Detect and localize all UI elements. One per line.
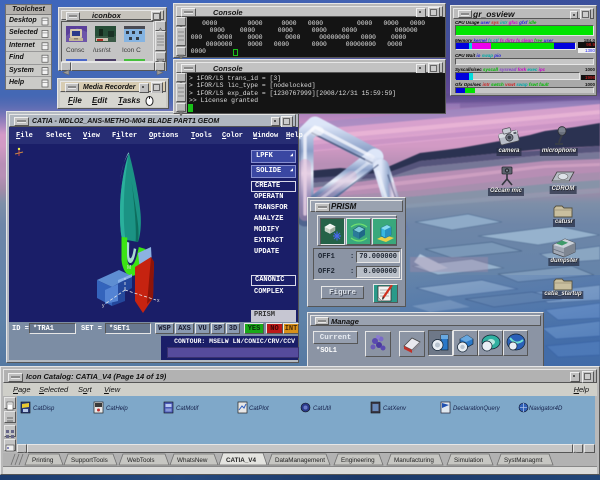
svg-text:CatPlot: CatPlot bbox=[249, 406, 269, 412]
svg-text:M: M bbox=[127, 265, 131, 271]
svg-text:CatHelp: CatHelp bbox=[106, 406, 128, 412]
svg-text:CatUtil: CatUtil bbox=[313, 406, 332, 412]
svg-text:CatDisp: CatDisp bbox=[33, 406, 55, 412]
svg-text:Navigator4D: Navigator4D bbox=[529, 406, 563, 412]
svg-text:CatMotif: CatMotif bbox=[176, 406, 200, 412]
svg-text:Engineering: Engineering bbox=[341, 457, 375, 464]
svg-text:DataManagement: DataManagement bbox=[275, 457, 325, 464]
svg-text:Simulation: Simulation bbox=[454, 457, 484, 464]
svg-text:WhatsNew: WhatsNew bbox=[177, 457, 208, 464]
svg-text:SystManagmt: SystManagmt bbox=[504, 457, 543, 464]
svg-text:/usr/st: /usr/st bbox=[93, 47, 111, 54]
svg-text:CatXenv: CatXenv bbox=[383, 406, 407, 412]
svg-text:SupportTools: SupportTools bbox=[71, 457, 108, 464]
svg-text:Consc: Consc bbox=[66, 47, 85, 54]
svg-text:Icon C: Icon C bbox=[122, 47, 141, 54]
svg-text:Manufacturing: Manufacturing bbox=[394, 457, 434, 464]
svg-text:WebTools: WebTools bbox=[127, 457, 155, 464]
svg-text:CATIA_V4: CATIA_V4 bbox=[226, 457, 256, 464]
svg-text:DeclarationQuery: DeclarationQuery bbox=[453, 406, 501, 412]
svg-text:y: y bbox=[102, 303, 105, 309]
svg-text:Printing: Printing bbox=[32, 457, 54, 464]
svg-text:x: x bbox=[157, 298, 160, 304]
